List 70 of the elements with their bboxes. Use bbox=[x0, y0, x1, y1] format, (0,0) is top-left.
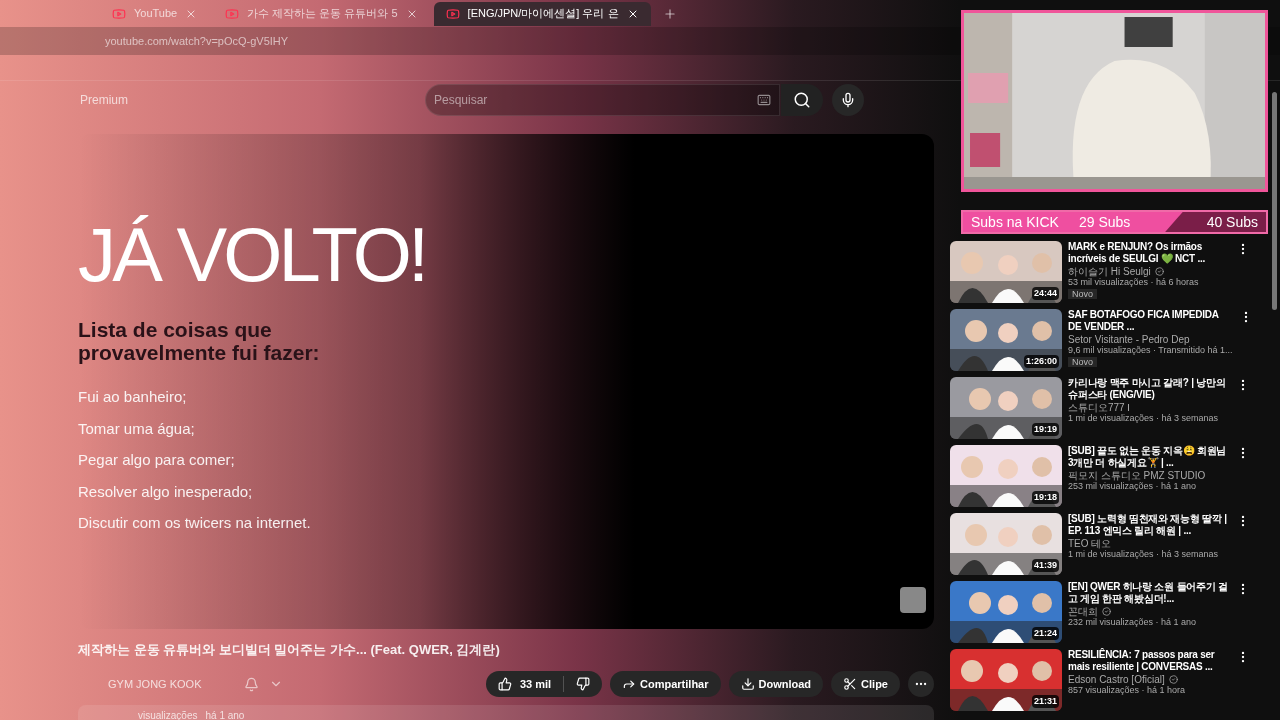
video-title: [SUB] 노력형 띰천재와 재능형 딸깍 | EP. 113 엔믹스 릴리 해원 | ... bbox=[1068, 513, 1228, 537]
video-stats: 9,6 mil visualizações · Transmitido há 1... bbox=[1068, 345, 1233, 356]
browser-tab[interactable]: [ENG/JPN/마이에센셜] 우리 은 bbox=[433, 1, 651, 26]
like-dislike-control[interactable]: 33 mil bbox=[485, 671, 603, 697]
overlay-list-item: Fui ao banheiro; bbox=[78, 387, 188, 407]
channel-name: Setor Visitante - Pedro Dep bbox=[1068, 334, 1190, 345]
recommended-video[interactable]: 19:18 [SUB] 끝도 없는 운동 지옥😩 회원님 3개만 더 하실게요🏋 | ... 픽모지 스튜디오 PMZ STUDIO 253 mil visualizações · há 1 ano bbox=[950, 445, 1250, 509]
channel-name: GYM JONG KOOK bbox=[107, 676, 203, 692]
video-stats: 857 visualizações · há 1 hora bbox=[1068, 685, 1187, 696]
video-stats: 1 mi de visualizações · há 3 semanas bbox=[1068, 413, 1220, 424]
scissors-icon bbox=[843, 677, 858, 691]
video-title: 카리나랑 맥주 마시고 갈래? | 낭만의 슈퍼스타 (ENG/VIE) bbox=[1068, 377, 1227, 401]
like-icon[interactable] bbox=[497, 677, 512, 691]
recommended-video[interactable]: 19:19 카리나랑 맥주 마시고 갈래? | 낭만의 슈퍼스타 (ENG/VIE) 스튜디오777 Ⅰ 1 mi de visualizações · há 3 semanas bbox=[950, 377, 1250, 441]
recommended-video[interactable]: 41:39 [SUB] 노력형 띰천재와 재능형 딸깍 | EP. 113 엔믹스 릴리 해원 | ... TEO 테오 1 mi de visualizações · há 3 semanas bbox=[950, 513, 1250, 577]
video-stats: 253 mil visualizações · há 1 ano bbox=[1068, 481, 1198, 492]
share-icon bbox=[622, 677, 637, 691]
action-button[interactable]: Download bbox=[728, 671, 824, 697]
overlay-list-item: Pegar algo para comer; bbox=[78, 450, 236, 470]
subs-goal: 40 Subs bbox=[1206, 212, 1258, 232]
keyboard-icon[interactable] bbox=[757, 93, 771, 107]
channel-watermark-icon bbox=[900, 587, 926, 613]
video-title: RESILIÊNCIA: 7 passos para ser mais resiliente | CONVERSAS ... bbox=[1068, 649, 1216, 673]
search-field[interactable]: Pesquisar bbox=[425, 84, 780, 116]
view-count: visualizações bbox=[138, 708, 198, 720]
download-icon bbox=[740, 677, 755, 691]
recommended-video[interactable]: 24:44 MARK e RENJUN? Os irmãos incríveis de SEULGI 💚 NCT ... 하이슬기 Hi Seulgi 53 mil visualizações · há 6 horas Novo bbox=[950, 241, 1250, 305]
youtube-icon bbox=[225, 6, 240, 21]
recommended-video[interactable]: 1:26:00 SAF BOTAFOGO FICA IMPEDIDA DE VENDER ... Setor Visitante - Pedro Dep 9,6 mil visualizações · Transmitido há 1... Novo bbox=[950, 309, 1250, 373]
recommended-video[interactable]: 21:31 RESILIÊNCIA: 7 passos para ser mais resiliente | CONVERSAS ... Edson Castro [Oficial] 857 visualizações · há 1 hora bbox=[950, 649, 1250, 713]
overlay-list-item: Tomar uma água; bbox=[78, 418, 196, 439]
video-title: SAF BOTAFOGO FICA IMPEDIDA DE VENDER ... bbox=[1068, 309, 1220, 333]
new-badge: Novo bbox=[1068, 289, 1097, 299]
recommended-video[interactable]: 21:24 [EN] QWER 히나랑 소원 들어주기 걸고 게임 한판 해봤심더!... 꼰대희 232 mil visualizações · há 1 ano bbox=[950, 581, 1250, 645]
search-button[interactable] bbox=[781, 84, 823, 116]
tab-title: [ENG/JPN/마이에센셜] 우리 은 bbox=[467, 6, 619, 22]
video-title: [EN] QWER 히나랑 소원 들어주기 걸고 게임 한판 해봤심더!... bbox=[1068, 581, 1229, 605]
microphone-button[interactable] bbox=[832, 84, 864, 116]
dislike-icon[interactable] bbox=[576, 677, 591, 691]
video-title: [SUB] 끝도 없는 운동 지옥😩 회원님 3개만 더 하실게요🏋 | ... bbox=[1068, 445, 1228, 469]
channel-name: 하이슬기 Hi Seulgi bbox=[1068, 266, 1151, 277]
overlay-list-item: Discutir com os twicers na internet. bbox=[78, 513, 311, 533]
channel-name: 꼰대희 bbox=[1068, 606, 1098, 617]
overlay-title: JÁ VOLTO! bbox=[78, 211, 426, 299]
logo-text: Premium bbox=[80, 92, 128, 109]
tab-title: YouTube bbox=[134, 6, 178, 22]
video-stats: 53 mil visualizações · há 6 horas bbox=[1068, 277, 1200, 288]
channel-name: 스튜디오777 Ⅰ bbox=[1068, 402, 1131, 413]
new-tab-icon[interactable] bbox=[662, 6, 677, 21]
channel-name: Edson Castro [Oficial] bbox=[1068, 674, 1165, 685]
subs-label: Subs na KICK bbox=[971, 212, 1060, 232]
new-badge: Novo bbox=[1068, 357, 1097, 367]
channel-name: TEO 테오 bbox=[1068, 538, 1112, 549]
overlay-list-item: Resolver algo inesperado; bbox=[78, 481, 254, 502]
video-title: 제작하는 운동 유튜버와 보디빌더 밀어주는 가수... (Feat. QWER, 김계란) bbox=[78, 642, 500, 657]
youtube-icon bbox=[112, 6, 126, 21]
subs-current: 29 Subs bbox=[1079, 212, 1131, 232]
action-button[interactable]: Clipe bbox=[831, 671, 900, 697]
microphone-icon bbox=[840, 92, 856, 108]
search-icon bbox=[793, 91, 811, 109]
video-stats: 232 mil visualizações · há 1 ano bbox=[1068, 617, 1198, 628]
action-button[interactable]: Compartilhar bbox=[610, 671, 721, 697]
video-title: MARK e RENJUN? Os irmãos incríveis de SEULGI 💚 NCT ... bbox=[1068, 241, 1206, 265]
overlay-subtitle: Lista de coisas que provavelmente fui fazer: bbox=[78, 318, 321, 364]
channel-name: 픽모지 스튜디오 PMZ STUDIO bbox=[1068, 470, 1206, 481]
upload-age: há 1 ano bbox=[205, 708, 245, 720]
like-count: 33 mil bbox=[519, 676, 552, 692]
tab-title: 가수 제작하는 운동 유튜버와 5 bbox=[247, 6, 398, 22]
video-stats: 1 mi de visualizações · há 3 semanas bbox=[1068, 549, 1220, 560]
youtube-icon bbox=[445, 6, 460, 21]
